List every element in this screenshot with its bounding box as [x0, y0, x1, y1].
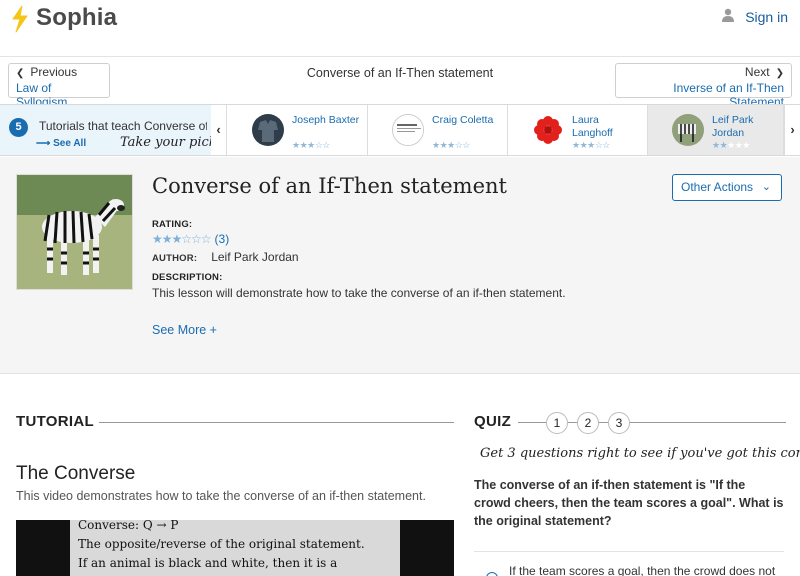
- zebra-photo: [672, 114, 704, 146]
- carousel-next-button[interactable]: ›: [784, 105, 800, 155]
- see-more-link[interactable]: See More +: [152, 323, 217, 337]
- radio-button[interactable]: [486, 572, 498, 576]
- sophia-logo[interactable]: Sophia: [10, 4, 118, 33]
- video-player[interactable]: Converse: Q → P The opposite/reverse of …: [16, 520, 454, 576]
- sophia-logo-icon: [10, 5, 30, 33]
- chevron-left-icon: ‹: [216, 122, 221, 137]
- rating-count: (3): [214, 232, 230, 246]
- author-name: Leif Park Jordan: [211, 250, 299, 264]
- lesson-title: Converse of an If-Then statement: [152, 174, 507, 198]
- author-label: AUTHOR:: [152, 253, 198, 264]
- next-label: Next: [744, 65, 770, 79]
- lesson-description: This lesson will demonstrate how to take…: [152, 286, 566, 300]
- sign-in-link[interactable]: Sign in: [721, 8, 788, 25]
- lesson-zebra-image: [16, 174, 133, 290]
- top-header: Sophia Sign in: [0, 0, 800, 57]
- lesson-rating[interactable]: ★★★☆☆☆ (3): [152, 232, 229, 246]
- carousel-prev-button[interactable]: ‹: [211, 105, 227, 155]
- star-rating-icon: ★★★☆☆: [292, 140, 330, 150]
- description-label: DESCRIPTION:: [152, 272, 223, 283]
- section-title: The Converse: [16, 463, 136, 484]
- user-icon: [721, 8, 735, 25]
- quiz-question-1[interactable]: 1: [546, 412, 568, 434]
- tutorial-heading: TUTORIAL: [16, 413, 94, 430]
- tutorial-card-craig-coletta[interactable]: Craig Coletta ★★★☆☆: [368, 105, 508, 155]
- see-all-link[interactable]: ⟶ See All: [36, 138, 86, 149]
- other-actions-label: Other Actions: [681, 180, 754, 194]
- quiz-option-text: If the team scores a goal, then the crow…: [509, 564, 776, 576]
- document-photo: [392, 114, 424, 146]
- author-row: AUTHOR: Leif Park Jordan: [152, 250, 299, 264]
- quiz-question-2[interactable]: 2: [577, 412, 599, 434]
- video-frame: Converse: Q → P The opposite/reverse of …: [70, 520, 400, 576]
- tutorial-divider: [99, 422, 454, 423]
- take-your-pick-text: Take your pick:: [120, 135, 222, 150]
- tutorials-summary: 5 Tutorials that teach Converse of an If…: [0, 105, 221, 155]
- quiz-question-3[interactable]: 3: [608, 412, 630, 434]
- chevron-right-icon: ›: [790, 122, 795, 137]
- next-lesson-button[interactable]: Next ❯ Inverse of an If-Then Statement: [615, 63, 792, 109]
- shirt-photo: [252, 114, 284, 146]
- lesson-navigation: ❮ Previous Law of Syllogism Converse of a…: [0, 57, 800, 109]
- tutorial-carousel: 5 Tutorials that teach Converse of an If…: [0, 104, 800, 156]
- brand-name: Sophia: [36, 4, 118, 31]
- video-text-line: Converse: Q → P: [78, 520, 179, 532]
- video-text-line: If an animal is black and white, then it…: [78, 556, 338, 576]
- tutorial-count-badge: 5: [9, 118, 28, 137]
- lesson-info-panel: Converse of an If-Then statement Other A…: [0, 157, 800, 374]
- tutorials-teach-text: Tutorials that teach Converse of an If-T…: [39, 119, 207, 133]
- sign-in-label: Sign in: [745, 8, 788, 25]
- red-flower-photo: [532, 114, 564, 146]
- star-rating-icon: ★★★☆☆☆: [152, 232, 212, 246]
- quiz-question-text: The converse of an if-then statement is …: [474, 478, 784, 528]
- rating-label: RATING:: [152, 219, 193, 230]
- tutorial-author: Joseph Baxter: [292, 114, 360, 126]
- star-rating-icon: ★★★☆☆: [432, 140, 470, 150]
- other-actions-dropdown[interactable]: Other Actions ⌄: [672, 174, 782, 201]
- quiz-option[interactable]: If the team scores a goal, then the crow…: [474, 551, 784, 576]
- star-rating-icon: ★★★☆☆: [572, 140, 610, 150]
- tutorial-card-leif-park-jordan[interactable]: Leif Park Jordan ★★★★★: [648, 105, 784, 155]
- video-text-line: The opposite/reverse of the original sta…: [78, 537, 365, 551]
- tutorial-card-laura-langhoff[interactable]: Laura Langhoff ★★★☆☆: [508, 105, 648, 155]
- quiz-heading: QUIZ: [474, 413, 512, 430]
- quiz-hint: Get 3 questions right to see if you've g…: [480, 446, 800, 461]
- tutorial-author: Leif Park Jordan: [712, 114, 754, 139]
- see-all-label: See All: [53, 138, 87, 149]
- section-description: This video demonstrates how to take the …: [16, 489, 426, 503]
- tutorial-author: Laura Langhoff: [572, 114, 613, 139]
- star-rating-icon: ★★★★★: [712, 140, 750, 150]
- tutorial-author: Craig Coletta: [432, 114, 494, 126]
- chevron-down-icon: ⌄: [761, 181, 771, 193]
- chevron-right-icon: ❯: [775, 68, 784, 79]
- arrow-right-icon: ⟶: [36, 138, 51, 149]
- tutorial-card-joseph-baxter[interactable]: Joseph Baxter ★★★☆☆: [228, 105, 368, 155]
